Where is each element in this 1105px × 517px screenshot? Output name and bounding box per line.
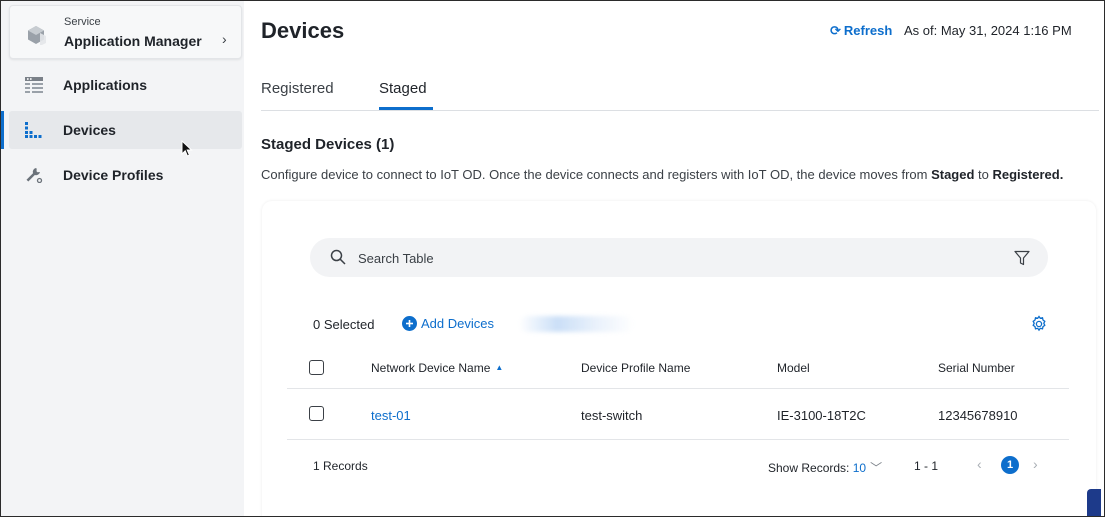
serial-number-cell: 12345678910: [938, 408, 1018, 423]
table-header: Network Device Name ▲ Device Profile Name…: [287, 346, 1069, 389]
mouse-cursor-icon: [181, 140, 193, 157]
device-name-link[interactable]: test-01: [371, 408, 411, 423]
service-switcher[interactable]: Service Application Manager ›: [9, 5, 242, 59]
row-checkbox[interactable]: [309, 406, 324, 421]
refresh-label: Refresh: [843, 23, 893, 38]
sidebar-item-label: Applications: [63, 77, 148, 93]
service-logo-icon: [28, 26, 46, 45]
sidebar-item-label: Device Profiles: [63, 167, 164, 183]
column-header-serial-number[interactable]: Serial Number: [938, 361, 1015, 375]
sort-ascending-icon: ▲: [495, 363, 504, 372]
description-bold-registered: Registered.: [992, 167, 1064, 182]
section-title: Staged Devices (1): [261, 136, 395, 153]
app-frame: Service Application Manager › Applicatio…: [0, 0, 1105, 517]
select-all-checkbox[interactable]: [309, 360, 324, 375]
description-text: to: [974, 167, 993, 182]
wrench-icon: [26, 168, 43, 183]
service-name: Application Manager: [64, 33, 202, 49]
section-description: Configure device to connect to IoT OD. O…: [261, 166, 1101, 184]
column-header-network-device-name[interactable]: Network Device Name ▲: [371, 361, 503, 375]
filter-icon[interactable]: [1014, 250, 1030, 266]
devices-icon: [25, 122, 42, 138]
search-bar: [310, 238, 1048, 277]
next-page-button[interactable]: ›: [1033, 456, 1038, 472]
search-input[interactable]: [358, 248, 958, 268]
description-bold-staged: Staged: [931, 167, 975, 182]
sidebar-item-devices[interactable]: Devices: [1, 111, 242, 149]
tab-staged[interactable]: Staged: [379, 80, 427, 97]
tab-bar: Registered Staged: [261, 71, 1099, 111]
refresh-icon: ⟳: [830, 23, 841, 38]
sidebar-item-applications[interactable]: Applications: [9, 66, 242, 104]
sidebar: Service Application Manager › Applicatio…: [1, 1, 244, 516]
description-text: Configure device to connect to IoT OD. O…: [261, 167, 932, 182]
devices-table-card: 0 Selected Add Devices Network Device Na…: [262, 201, 1096, 516]
add-circle-icon: [402, 316, 417, 331]
active-tab-indicator: [379, 107, 433, 110]
column-header-device-profile-name[interactable]: Device Profile Name: [581, 361, 690, 375]
column-label: Network Device Name: [371, 361, 491, 375]
column-header-model[interactable]: Model: [777, 361, 810, 375]
sidebar-item-label: Devices: [63, 122, 116, 138]
prev-page-button[interactable]: ‹: [977, 456, 982, 472]
sidebar-item-device-profiles[interactable]: Device Profiles: [9, 156, 242, 194]
records-count: 1 Records: [313, 459, 368, 473]
service-caption: Service: [64, 16, 101, 28]
refresh-button[interactable]: ⟳ Refresh: [830, 23, 892, 39]
show-records-label: Show Records:: [768, 461, 850, 475]
chevron-right-icon: ›: [222, 31, 227, 47]
add-devices-label: Add Devices: [421, 316, 494, 331]
current-page-button[interactable]: 1: [1001, 456, 1019, 474]
gear-icon[interactable]: [1030, 315, 1048, 333]
model-cell: IE-3100-18T2C: [777, 408, 866, 423]
side-panel-handle[interactable]: [1087, 489, 1101, 516]
search-icon: [330, 249, 346, 265]
page-title: Devices: [261, 18, 345, 43]
show-records-select[interactable]: Show Records: 10 ﹀: [768, 459, 882, 476]
redacted-area: [519, 316, 634, 332]
add-devices-button[interactable]: Add Devices: [402, 316, 494, 331]
as-of-timestamp: As of: May 31, 2024 1:16 PM: [904, 23, 1072, 38]
device-profile-name-cell: test-switch: [581, 408, 643, 423]
tab-registered[interactable]: Registered: [261, 80, 334, 97]
applications-icon: [25, 77, 43, 93]
show-records-value: 10: [852, 461, 867, 475]
selected-count: 0 Selected: [313, 317, 375, 332]
page-range: 1 - 1: [914, 459, 939, 473]
table-row: test-01 test-switch IE-3100-18T2C 123456…: [287, 390, 1069, 440]
chevron-down-icon: ﹀: [870, 461, 883, 475]
